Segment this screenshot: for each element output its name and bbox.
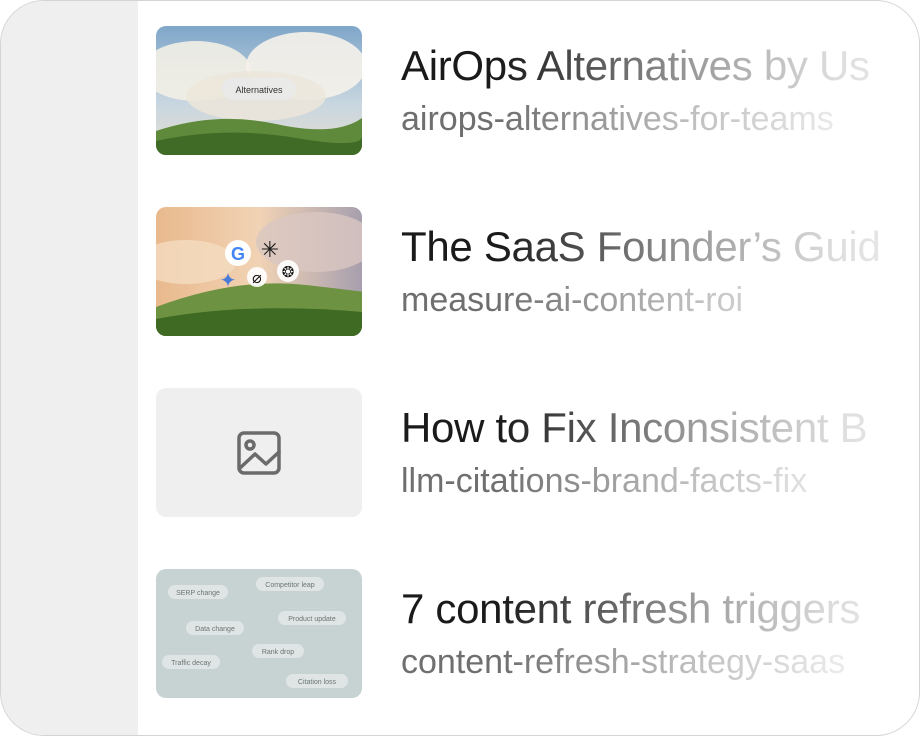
item-text: AirOps Alternatives by Us airops-alterna… [401, 41, 870, 141]
content-list-panel: Alternatives AirOps Alternatives by Us a… [0, 0, 920, 736]
thumbnail-refresh-triggers: SERP change Competitor leap Data change … [156, 569, 362, 698]
thumbnail-tag: Data change [195, 626, 235, 633]
item-text: How to Fix Inconsistent B llm-citations-… [401, 403, 868, 503]
svg-text:⌀: ⌀ [252, 268, 262, 287]
thumbnail-tag: SERP change [176, 590, 220, 597]
item-title: AirOps Alternatives by Us [401, 42, 870, 89]
thumbnail-tag: Citation loss [298, 679, 337, 686]
thumbnail-tag: Product update [288, 616, 336, 623]
item-title: 7 content refresh triggers [401, 585, 861, 632]
thumbnail-ai-logos: G ✳ ✦ ⌀ ❂ [156, 207, 362, 336]
item-slug: airops-alternatives-for-teams [401, 100, 834, 138]
item-slug: content-refresh-strategy-saas [401, 643, 846, 681]
thumbnail-alternatives: Alternatives [156, 26, 362, 155]
svg-text:G: G [231, 244, 245, 264]
thumbnail-label: Alternatives [235, 85, 283, 95]
list-item[interactable]: Alternatives AirOps Alternatives by Us a… [156, 26, 919, 156]
list-item[interactable]: G ✳ ✦ ⌀ ❂ The SaaS Founder’s Guid measur… [156, 207, 919, 337]
sidebar-strip [1, 1, 138, 735]
thumbnail-tag: Traffic decay [171, 660, 211, 667]
svg-text:❂: ❂ [282, 263, 295, 281]
item-text: The SaaS Founder’s Guid measure-ai-conte… [401, 222, 881, 322]
svg-text:✳: ✳ [261, 238, 279, 263]
list-item[interactable]: SERP change Competitor leap Data change … [156, 569, 919, 699]
thumbnail-tag: Rank drop [262, 649, 294, 656]
thumbnail-tag: Competitor leap [265, 582, 315, 589]
item-title: How to Fix Inconsistent B [401, 404, 868, 451]
item-slug: llm-citations-brand-facts-fix [401, 462, 808, 500]
svg-text:✦: ✦ [220, 268, 237, 292]
item-text: 7 content refresh triggers content-refre… [401, 584, 860, 684]
thumbnail-placeholder [156, 388, 362, 517]
image-icon [237, 431, 281, 475]
item-title: The SaaS Founder’s Guid [401, 223, 881, 270]
item-slug: measure-ai-content-roi [401, 281, 744, 319]
list-item[interactable]: How to Fix Inconsistent B llm-citations-… [156, 388, 919, 518]
